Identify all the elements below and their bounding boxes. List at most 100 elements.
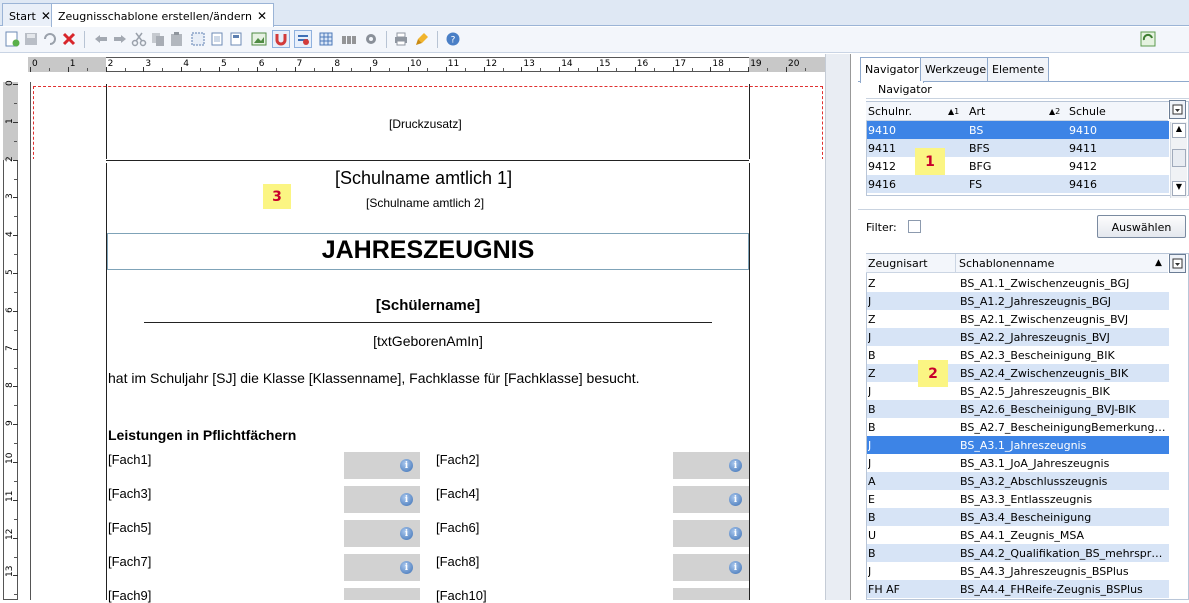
tab-navigator[interactable]: Navigator: [860, 57, 924, 83]
toggle-snap-icon[interactable]: [294, 30, 312, 48]
help-icon[interactable]: ?: [444, 30, 462, 48]
ruler-minor-tick: [14, 292, 17, 293]
subject-label[interactable]: [Fach9]: [108, 588, 151, 603]
scroll-thumb[interactable]: [1172, 149, 1186, 167]
template-row[interactable]: B BS_A2.3_Bescheinigung_BIK: [867, 346, 1169, 364]
template-row[interactable]: U BS_A4.1_Zeugnis_MSA: [867, 526, 1169, 544]
page-layout-icon[interactable]: [227, 30, 245, 48]
column-schule[interactable]: Schule: [1069, 105, 1106, 118]
ruler-minor-tick: [14, 254, 17, 256]
arrow-right-icon[interactable]: [111, 30, 129, 48]
auswaehlen-button[interactable]: Auswählen: [1097, 215, 1186, 238]
school-row[interactable]: 9411 BFS 9411: [867, 139, 1169, 157]
template-row[interactable]: Z BS_A1.1_Zwischenzeugnis_BGJ: [867, 274, 1169, 292]
grid-icon[interactable]: [317, 30, 335, 48]
column-chooser-icon[interactable]: [1169, 100, 1186, 119]
ruler-tick: [13, 575, 18, 577]
subject-label[interactable]: [Fach8]: [436, 554, 479, 569]
template-row[interactable]: B BS_A3.4_Bescheinigung: [867, 508, 1169, 526]
template-row[interactable]: E BS_A3.3_Entlasszeugnis: [867, 490, 1169, 508]
filter-checkbox[interactable]: [908, 220, 921, 233]
template-row[interactable]: J BS_A3.1_JoA_Jahreszeugnis: [867, 454, 1169, 472]
undo-icon[interactable]: [41, 30, 59, 48]
info-icon[interactable]: i: [729, 527, 742, 540]
delete-icon[interactable]: [60, 30, 78, 48]
attendance-sentence[interactable]: hat im Schuljahr [SJ] die Klasse [Klasse…: [108, 370, 639, 386]
geboren-field[interactable]: [txtGeborenAmIn]: [107, 333, 749, 349]
template-row[interactable]: J BS_A4.3_Jahreszeugnis_BSPlus: [867, 562, 1169, 580]
save-icon[interactable]: [22, 30, 40, 48]
toggle-magnet-icon[interactable]: [272, 30, 290, 48]
column-schablonenname[interactable]: Schablonenname: [959, 257, 1054, 270]
template-row[interactable]: B BS_A2.7_BescheinigungBemerkung_BV...: [867, 418, 1169, 436]
close-icon[interactable]: ✕: [41, 9, 51, 23]
print-icon[interactable]: [392, 30, 410, 48]
info-icon[interactable]: i: [400, 493, 413, 506]
school-row[interactable]: 9416 FS 9416: [867, 175, 1169, 193]
cut-icon[interactable]: [130, 30, 148, 48]
template-row[interactable]: Z BS_A2.1_Zwischenzeugnis_BVJ: [867, 310, 1169, 328]
template-row[interactable]: J BS_A2.5_Jahreszeugnis_BIK: [867, 382, 1169, 400]
settings-gear-icon[interactable]: [362, 30, 380, 48]
section-pflichtfaecher[interactable]: Leistungen in Pflichtfächern: [108, 427, 296, 443]
schulname-2[interactable]: [Schulname amtlich 2]: [366, 196, 484, 210]
subject-label[interactable]: [Fach10]: [436, 588, 487, 603]
new-document-icon[interactable]: [3, 30, 21, 48]
info-icon[interactable]: i: [729, 493, 742, 506]
select-frame-icon[interactable]: [189, 30, 207, 48]
refresh-icon[interactable]: [1139, 30, 1157, 48]
grade-field[interactable]: [673, 588, 749, 600]
info-icon[interactable]: i: [400, 561, 413, 574]
page-icon[interactable]: [208, 30, 226, 48]
copy-icon[interactable]: [149, 30, 167, 48]
editor-scrollbar-area[interactable]: [825, 54, 850, 600]
subject-label[interactable]: [Fach2]: [436, 452, 479, 467]
tab-template-editor[interactable]: Zeugnisschablone erstellen/ändern ✕: [51, 3, 274, 27]
info-icon[interactable]: i: [400, 459, 413, 472]
close-icon[interactable]: ✕: [257, 9, 267, 23]
info-icon[interactable]: i: [729, 561, 742, 574]
paste-icon[interactable]: [168, 30, 186, 48]
scroll-up-icon[interactable]: ▲: [1172, 123, 1186, 138]
column-chooser-icon[interactable]: [1169, 254, 1186, 273]
column-art[interactable]: Art: [969, 105, 985, 118]
info-icon[interactable]: i: [729, 459, 742, 472]
clear-brush-icon[interactable]: [413, 30, 431, 48]
school-row[interactable]: 9410 BS 9410: [867, 121, 1169, 139]
school-row[interactable]: 9412 BFG 9412: [867, 157, 1169, 175]
template-row[interactable]: J BS_A1.2_Jahreszeugnis_BGJ: [867, 292, 1169, 310]
subject-label[interactable]: [Fach7]: [108, 554, 151, 569]
tab-werkzeuge[interactable]: Werkzeuge: [920, 57, 992, 81]
column-zeugnisart[interactable]: Zeugnisart: [868, 257, 928, 270]
grade-field[interactable]: [344, 588, 420, 600]
subject-label[interactable]: [Fach1]: [108, 452, 151, 467]
template-row[interactable]: A BS_A3.2_Abschlusszeugnis: [867, 472, 1169, 490]
subject-label[interactable]: [Fach3]: [108, 486, 151, 501]
insert-image-icon[interactable]: [250, 30, 268, 48]
schuelername-field[interactable]: [Schülername]: [107, 297, 749, 314]
druckzusatz-text[interactable]: [Druckzusatz]: [389, 117, 462, 131]
info-icon[interactable]: i: [400, 527, 413, 540]
subject-label[interactable]: [Fach6]: [436, 520, 479, 535]
subject-label[interactable]: [Fach5]: [108, 520, 151, 535]
template-row[interactable]: B BS_A2.6_Bescheinigung_BVJ-BIK: [867, 400, 1169, 418]
template-row[interactable]: J BS_A3.1_Jahreszeugnis: [867, 436, 1169, 454]
arrow-left-icon[interactable]: [92, 30, 110, 48]
ruler-minor-tick: [238, 68, 239, 71]
tab-start[interactable]: Start ✕: [2, 3, 58, 26]
ruler-tick-label: 17: [674, 59, 687, 69]
barcode-icon[interactable]: [340, 30, 358, 48]
schulname-1[interactable]: [Schulname amtlich 1]: [335, 168, 512, 189]
template-row[interactable]: B BS_A4.2_Qualifikation_BS_mehrsprachig: [867, 544, 1169, 562]
subject-label[interactable]: [Fach4]: [436, 486, 479, 501]
template-cell-art: B: [868, 511, 876, 524]
scroll-down-icon[interactable]: ▼: [1172, 181, 1186, 196]
document-title[interactable]: JAHRESZEUGNIS: [107, 236, 749, 265]
column-schulnr[interactable]: Schulnr.: [868, 105, 912, 118]
template-row[interactable]: Z BS_A2.4_Zwischenzeugnis_BIK: [867, 364, 1169, 382]
template-row[interactable]: J BS_A2.2_Jahreszeugnis_BVJ: [867, 328, 1169, 346]
template-cell-art: B: [868, 547, 876, 560]
schools-scrollbar[interactable]: ▲ ▼: [1170, 122, 1187, 198]
template-row[interactable]: FH AF BS_A4.4_FHReife-Zeugnis_BSPlus: [867, 580, 1169, 598]
tab-elemente[interactable]: Elemente: [987, 57, 1050, 81]
